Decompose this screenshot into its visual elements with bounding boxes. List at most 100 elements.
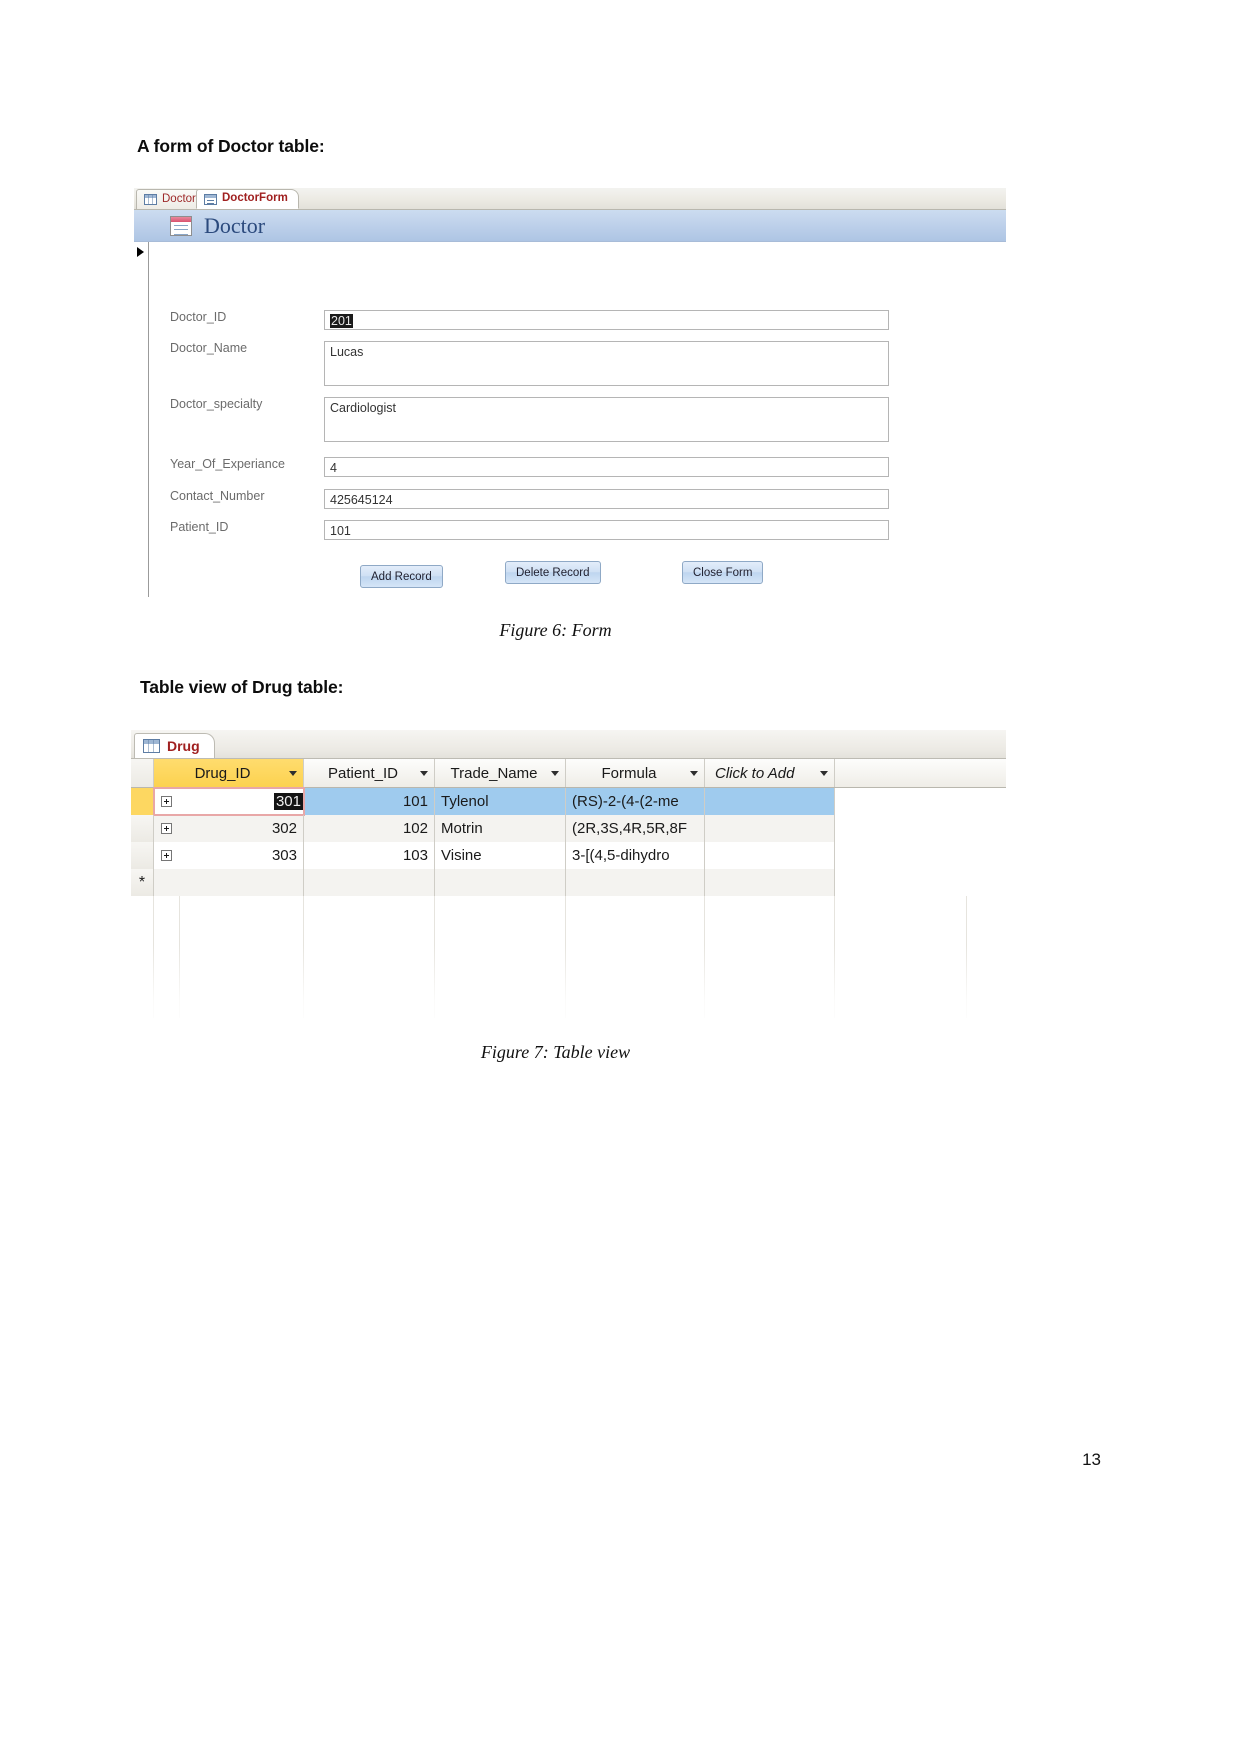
plus-icon <box>160 850 172 861</box>
cell-formula[interactable]: 3-[(4,5-dihydro <box>566 842 705 869</box>
input-contact-number[interactable]: 425645124 <box>324 489 889 509</box>
cell-trade-name-new[interactable] <box>435 869 566 896</box>
row-gutter[interactable] <box>131 815 154 842</box>
figure-caption-table: Figure 7: Table view <box>0 1042 1241 1063</box>
chevron-down-icon[interactable] <box>551 770 559 776</box>
table-tab-strip: Drug <box>131 730 1006 759</box>
table-row[interactable]: 303 103 Visine 3-[(4,5-dihydro <box>131 842 1006 869</box>
close-form-button[interactable]: Close Form <box>682 561 764 584</box>
label-doctor-specialty: Doctor_specialty <box>170 397 263 411</box>
cell-drug-id-value: 301 <box>273 793 303 810</box>
datasheet-header-row: Drug_ID Patient_ID Trade_Name Formula Cl… <box>131 759 1006 788</box>
page-number: 13 <box>1082 1450 1101 1469</box>
cell-patient-id[interactable]: 101 <box>304 788 435 815</box>
label-patient-id: Patient_ID <box>170 520 229 534</box>
column-header-click-to-add-label: Click to Add <box>715 764 795 782</box>
form-icon <box>204 193 217 205</box>
row-gutter-new[interactable]: * <box>131 869 154 896</box>
cell-click-to-add[interactable] <box>705 788 835 815</box>
input-doctor-id-value: 201 <box>330 314 353 328</box>
tab-doctorform-label: DoctorForm <box>222 192 288 205</box>
column-header-formula[interactable]: Formula <box>566 759 705 787</box>
field-row-doctor-name: Doctor_Name Lucas <box>170 341 889 386</box>
input-doctor-id[interactable]: 201 <box>324 310 889 330</box>
label-year-of-experience: Year_Of_Experiance <box>170 457 285 471</box>
expand-row-button[interactable] <box>153 788 179 815</box>
cell-patient-id-new[interactable] <box>304 869 435 896</box>
input-patient-id[interactable]: 101 <box>324 520 889 540</box>
record-selector[interactable] <box>134 242 149 597</box>
form-header: Doctor <box>134 210 1006 242</box>
column-header-drug-id[interactable]: Drug_ID <box>154 759 304 787</box>
cell-click-to-add[interactable] <box>705 815 835 842</box>
current-record-arrow-icon <box>137 247 144 257</box>
row-empty-area <box>835 788 1006 815</box>
label-contact-number: Contact_Number <box>170 489 265 503</box>
label-doctor-id: Doctor_ID <box>170 310 227 324</box>
field-row-patient-id: Patient_ID 101 <box>170 520 889 540</box>
table-row[interactable]: 302 102 Motrin (2R,3S,4R,5R,8F <box>131 815 1006 842</box>
form-tab-strip: Doctor DoctorForm <box>134 188 1006 210</box>
chevron-down-icon[interactable] <box>420 770 428 776</box>
access-form-screenshot: Doctor DoctorForm Doctor Doctor_ID 201 D… <box>134 188 1006 597</box>
section-heading-form: A form of Doctor table: <box>137 136 325 156</box>
header-empty-area <box>835 759 1006 787</box>
row-empty-area <box>835 869 1006 896</box>
field-row-contact-number: Contact_Number 425645124 <box>170 489 889 509</box>
tab-doctor-label: Doctor <box>162 192 196 205</box>
row-gutter[interactable] <box>131 842 154 869</box>
table-row[interactable]: 301 101 Tylenol (RS)-2-(4-(2-me <box>131 787 1006 816</box>
chevron-down-icon[interactable] <box>690 770 698 776</box>
column-header-formula-label: Formula <box>601 764 657 782</box>
cell-click-to-add-new[interactable] <box>705 869 835 896</box>
new-record-row[interactable]: * <box>131 869 1006 896</box>
column-header-patient-id-label: Patient_ID <box>327 764 399 782</box>
new-record-asterisk-icon: * <box>138 873 146 891</box>
row-gutter-current[interactable] <box>131 788 154 815</box>
expand-row-button[interactable] <box>153 842 179 869</box>
add-record-button[interactable]: Add Record <box>360 565 443 588</box>
cell-trade-name[interactable]: Tylenol <box>435 788 566 815</box>
table-icon <box>143 739 160 753</box>
delete-record-button[interactable]: Delete Record <box>505 561 601 584</box>
cell-formula-new[interactable] <box>566 869 705 896</box>
cell-patient-id[interactable]: 103 <box>304 842 435 869</box>
cell-click-to-add[interactable] <box>705 842 835 869</box>
input-doctor-name[interactable]: Lucas <box>324 341 889 386</box>
cell-trade-name[interactable]: Visine <box>435 842 566 869</box>
figure-caption-form: Figure 6: Form <box>0 620 1241 641</box>
input-year-of-experience[interactable]: 4 <box>324 457 889 477</box>
label-doctor-name: Doctor_Name <box>170 341 248 355</box>
chevron-down-icon[interactable] <box>289 770 297 776</box>
form-icon <box>170 215 192 236</box>
column-header-click-to-add[interactable]: Click to Add <box>705 759 835 787</box>
tab-doctorform[interactable]: DoctorForm <box>196 189 299 209</box>
form-body: Doctor_ID 201 Doctor_Name Lucas Doctor_s… <box>134 242 1006 597</box>
column-header-patient-id[interactable]: Patient_ID <box>304 759 435 787</box>
cell-drug-id-value: 302 <box>271 820 297 837</box>
plus-icon <box>160 796 172 807</box>
input-doctor-specialty[interactable]: Cardiologist <box>324 397 889 442</box>
cell-drug-id-new[interactable] <box>154 869 304 896</box>
figure-caption-table-text: Figure 7: Table view <box>480 1042 631 1062</box>
chevron-down-icon[interactable] <box>820 770 828 776</box>
cell-formula[interactable]: (2R,3S,4R,5R,8F <box>566 815 705 842</box>
form-title: Doctor <box>204 212 266 238</box>
cell-formula[interactable]: (RS)-2-(4-(2-me <box>566 788 705 815</box>
plus-icon <box>160 823 172 834</box>
tab-drug[interactable]: Drug <box>134 733 215 758</box>
field-row-year-of-experience: Year_Of_Experiance 4 <box>170 457 889 477</box>
column-header-trade-name-label: Trade_Name <box>450 764 538 782</box>
access-table-screenshot: Drug Drug_ID Patient_ID Trade_Name Formu… <box>131 730 1006 1018</box>
datasheet-empty-area <box>131 896 1006 1018</box>
column-header-drug-id-label: Drug_ID <box>194 764 251 782</box>
expand-row-button[interactable] <box>153 815 179 842</box>
row-empty-area <box>835 842 1006 869</box>
form-button-bar: Add Record Delete Record Close Form <box>148 560 1006 590</box>
cell-patient-id[interactable]: 102 <box>304 815 435 842</box>
column-header-trade-name[interactable]: Trade_Name <box>435 759 566 787</box>
table-icon <box>144 194 157 205</box>
figure-caption-form-text: Figure 6: Form <box>499 620 612 640</box>
datasheet-grid: Drug_ID Patient_ID Trade_Name Formula Cl… <box>131 759 1006 1018</box>
cell-trade-name[interactable]: Motrin <box>435 815 566 842</box>
